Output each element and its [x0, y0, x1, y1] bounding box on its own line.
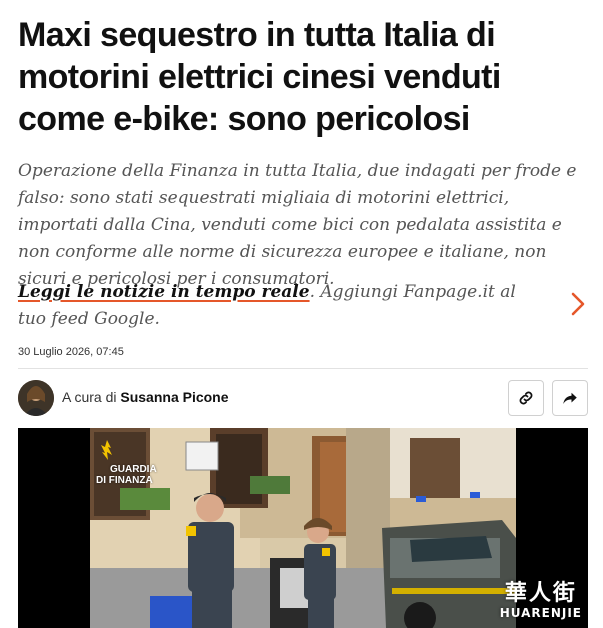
google-feed-promo[interactable]: Leggi le notizie in tempo reale. Aggiung… [18, 279, 588, 333]
watermark-cn: 華人街 [504, 581, 577, 606]
byline-prefix: A cura di [62, 389, 117, 405]
gdf-badge: GUARDIA DI FINANZA [96, 440, 157, 486]
byline: A cura di Susanna Picone [62, 389, 229, 405]
flame-icon [101, 440, 112, 460]
watermark-en: HUARENJIE [499, 606, 582, 620]
article-headline: Maxi sequestro in tutta Italia di motori… [18, 16, 501, 138]
author-name[interactable]: Susanna Picone [120, 389, 228, 405]
chevron-right-icon[interactable] [568, 291, 588, 317]
author-avatar[interactable] [18, 380, 54, 416]
share-button[interactable] [552, 380, 588, 416]
badge-line-1: GUARDIA [110, 464, 157, 475]
feed-promo-text: Leggi le notizie in tempo reale. Aggiung… [18, 279, 538, 333]
live-news-link[interactable]: Leggi le notizie in tempo reale [18, 282, 310, 302]
link-icon [519, 391, 533, 405]
publish-date: 30 Luglio 2026, 07:45 [18, 346, 124, 358]
divider [18, 368, 588, 369]
huarenjie-watermark: 華人街 HUARENJIE [499, 581, 582, 621]
article-summary: Operazione della Finanza in tutta Italia… [18, 161, 577, 289]
share-arrow-icon [563, 392, 577, 404]
badge-line-2: DI FINANZA [96, 475, 153, 486]
article-image[interactable]: GUARDIA DI FINANZA 華人街 HUARENJIE [18, 428, 588, 628]
copy-link-button[interactable] [508, 380, 544, 416]
